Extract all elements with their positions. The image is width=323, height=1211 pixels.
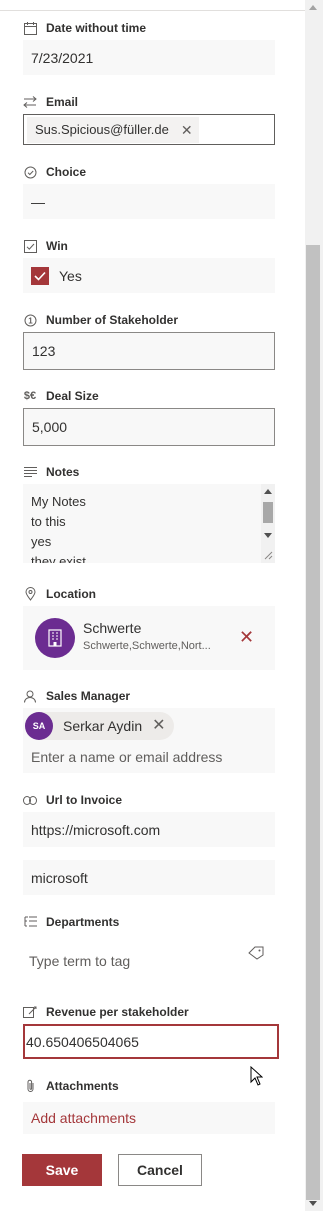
text-lines-icon: [23, 465, 37, 479]
svg-text:1: 1: [28, 316, 33, 325]
sales-manager-label: Sales Manager: [23, 688, 130, 704]
url-label-text: Url to Invoice: [46, 793, 123, 807]
calendar-icon: [23, 21, 37, 35]
check-circle-icon: [23, 165, 37, 179]
checkbox-icon: [23, 239, 37, 253]
revenue-input[interactable]: 40.650406504065: [23, 1024, 279, 1059]
location-name: Schwerte: [83, 620, 142, 636]
tag-icon[interactable]: [248, 946, 264, 960]
save-button[interactable]: Save: [22, 1154, 102, 1186]
deal-size-input[interactable]: 5,000: [23, 408, 275, 446]
stakeholders-label-text: Number of Stakeholder: [46, 313, 179, 327]
deal-size-value: 5,000: [32, 419, 68, 435]
date-label-text: Date without time: [46, 21, 147, 35]
departments-label-text: Departments: [46, 915, 120, 929]
notes-line: yes: [31, 534, 52, 549]
email-label-text: Email: [46, 95, 79, 109]
email-label: Email: [23, 94, 78, 110]
win-checkbox-label: Yes: [59, 267, 82, 284]
swap-arrows-icon: [23, 95, 37, 109]
url-description-field[interactable]: microsoft: [23, 860, 275, 895]
map-pin-icon: [23, 587, 37, 601]
remove-location-icon[interactable]: ✕: [239, 628, 254, 646]
edit-form-panel: Date without time 7/23/2021 Email Sus.Sp…: [0, 0, 305, 1211]
currency-icon: $€: [23, 390, 37, 402]
scroll-down-icon[interactable]: [264, 533, 272, 538]
taxonomy-icon: [23, 915, 37, 929]
email-field[interactable]: Sus.Spicious@füller.de ✕: [23, 114, 275, 145]
remove-email-icon[interactable]: ✕: [181, 123, 193, 137]
avatar: SA: [25, 712, 53, 740]
remove-person-icon[interactable]: ✕: [152, 718, 165, 734]
person-name: Serkar Aydin: [63, 718, 143, 734]
link-icon: [23, 793, 37, 807]
date-field[interactable]: 7/23/2021: [23, 40, 275, 75]
attachments-label-text: Attachments: [46, 1079, 119, 1093]
sales-manager-label-text: Sales Manager: [46, 689, 131, 703]
choice-field[interactable]: —: [23, 184, 275, 219]
win-checkbox[interactable]: [31, 266, 49, 285]
revenue-label-text: Revenue per stakeholder: [46, 1005, 189, 1019]
notes-line: My Notes: [31, 494, 86, 509]
stakeholders-input[interactable]: 123: [23, 332, 275, 370]
paperclip-icon: [23, 1079, 37, 1093]
number-icon: 1: [23, 313, 37, 327]
notes-textarea[interactable]: My Notes to this yes they exist: [23, 484, 275, 563]
url-label: Url to Invoice: [23, 792, 122, 808]
deal-size-label-text: Deal Size: [46, 389, 99, 403]
location-label-text: Location: [46, 587, 96, 601]
date-label: Date without time: [23, 20, 146, 36]
people-search-placeholder[interactable]: Enter a name or email address: [31, 749, 222, 765]
location-card: Schwerte Schwerte,Schwerte,Nort... ✕: [23, 606, 275, 670]
url-description-value: microsoft: [31, 869, 88, 886]
mouse-cursor-icon: [250, 1066, 263, 1086]
departments-placeholder: Type term to tag: [29, 953, 131, 969]
scroll-up-icon[interactable]: [264, 489, 272, 494]
deal-size-label: $€ Deal Size: [23, 388, 99, 404]
date-value: 7/23/2021: [31, 49, 94, 66]
win-label: Win: [23, 238, 68, 254]
calculated-icon: [23, 1005, 37, 1019]
notes-line: to this: [31, 514, 66, 529]
stakeholders-value: 123: [32, 343, 56, 359]
email-pill: Sus.Spicious@füller.de ✕: [27, 116, 199, 143]
notes-label: Notes: [23, 464, 79, 480]
choice-label: Choice: [23, 164, 86, 180]
notes-scroll-thumb[interactable]: [263, 502, 273, 523]
add-attachments-link[interactable]: Add attachments: [31, 1110, 136, 1126]
notes-line: they exist: [31, 554, 86, 563]
building-icon: [35, 618, 75, 658]
revenue-label: Revenue per stakeholder: [23, 1004, 189, 1020]
location-detail: Schwerte,Schwerte,Nort...: [83, 640, 211, 652]
person-pill: SA Serkar Aydin ✕: [25, 712, 174, 740]
email-value: Sus.Spicious@füller.de: [35, 122, 169, 137]
page-scroll-up-icon[interactable]: [309, 5, 317, 10]
page-scroll-down-icon[interactable]: [309, 1201, 317, 1206]
url-address-value: https://microsoft.com: [31, 821, 161, 838]
departments-input[interactable]: Type term to tag: [23, 934, 275, 985]
person-icon: [23, 689, 37, 703]
revenue-value: 40.650406504065: [26, 1033, 139, 1050]
url-address-field[interactable]: https://microsoft.com: [23, 812, 275, 847]
choice-value: —: [31, 193, 45, 210]
add-attachments-area[interactable]: Add attachments: [23, 1102, 275, 1134]
notes-content: My Notes to this yes they exist: [31, 492, 86, 563]
win-label-text: Win: [46, 239, 68, 253]
stakeholders-label: 1 Number of Stakeholder: [23, 312, 178, 328]
win-field: Yes: [23, 258, 275, 293]
notes-scrollbar[interactable]: [261, 484, 275, 563]
departments-label: Departments: [23, 914, 119, 930]
people-picker[interactable]: SA Serkar Aydin ✕ Enter a name or email …: [23, 708, 275, 773]
notes-label-text: Notes: [46, 465, 80, 479]
attachments-label: Attachments: [23, 1078, 119, 1094]
choice-label-text: Choice: [46, 165, 87, 179]
page-scroll-thumb[interactable]: [306, 245, 320, 1200]
cancel-button[interactable]: Cancel: [118, 1154, 202, 1186]
location-label: Location: [23, 586, 96, 602]
resize-handle-icon[interactable]: [263, 550, 273, 560]
